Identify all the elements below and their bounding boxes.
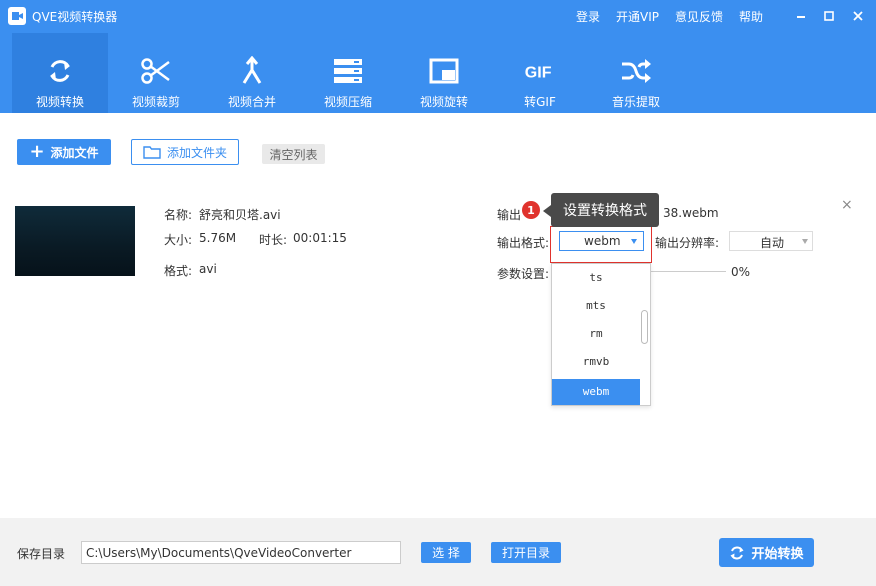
rotate-icon [428, 55, 460, 87]
close-icon[interactable] [849, 7, 867, 25]
tab-video-convert[interactable]: 视频转换 [12, 33, 108, 113]
maximize-icon[interactable] [820, 7, 838, 25]
tool-label: 视频压缩 [323, 95, 372, 109]
format-option-webm[interactable]: webm [552, 379, 640, 405]
remove-file-icon[interactable]: × [841, 197, 853, 213]
file-duration-label: 时长: [259, 233, 288, 247]
add-folder-label: 添加文件夹 [166, 145, 227, 160]
tab-audio-extract[interactable]: 音乐提取 [588, 33, 684, 113]
gif-icon: GIF [524, 55, 556, 87]
scissors-icon [140, 55, 172, 87]
output-name: 38.webm [663, 206, 719, 220]
file-format: avi [199, 262, 217, 276]
params-label: 参数设置: [497, 267, 550, 281]
step-badge: 1 [522, 201, 540, 219]
format-option-mts[interactable]: mts [552, 293, 640, 319]
file-name: 舒亮和贝塔.avi [199, 208, 281, 222]
file-name-label: 名称: [164, 208, 193, 222]
choose-dir-button[interactable]: 选 择 [421, 542, 471, 563]
start-convert-button[interactable]: 开始转换 [719, 538, 814, 567]
clear-list-button[interactable]: 清空列表 [262, 144, 325, 164]
tab-video-cut[interactable]: 视频裁剪 [108, 33, 204, 113]
tooltip-arrow [543, 205, 551, 217]
chevron-down-icon [802, 239, 808, 244]
format-option-rmvb[interactable]: rmvb [552, 349, 640, 375]
refresh-icon [44, 55, 76, 87]
header-bar: QVE视频转换器 登录 开通VIP 意见反馈 帮助 视频转换 视频裁剪 视频合并… [0, 0, 876, 113]
format-option-rm[interactable]: rm [552, 321, 640, 347]
start-convert-label: 开始转换 [751, 547, 804, 562]
file-format-label: 格式: [164, 264, 193, 278]
output-format-label: 输出格式: [497, 236, 550, 250]
tab-to-gif[interactable]: GIF 转GIF [492, 33, 588, 113]
minimize-icon[interactable] [792, 7, 810, 25]
resolution-label: 输出分辨率: [655, 236, 720, 250]
progress-bar [650, 271, 726, 272]
tool-label: 视频合并 [227, 95, 276, 109]
open-dir-button[interactable]: 打开目录 [491, 542, 561, 563]
app-logo-icon [8, 7, 26, 25]
tab-video-merge[interactable]: 视频合并 [204, 33, 300, 113]
progress-text: 0% [731, 265, 751, 279]
title-bar: QVE视频转换器 登录 开通VIP 意见反馈 帮助 [0, 0, 876, 32]
resolution-select[interactable]: 自动 [729, 231, 813, 251]
merge-icon [236, 55, 268, 87]
file-size: 5.76M [199, 231, 237, 245]
add-file-label: 添加文件 [50, 145, 99, 160]
video-thumbnail [15, 206, 135, 276]
refresh-icon [730, 546, 744, 559]
tool-label: 视频旋转 [419, 95, 468, 109]
folder-icon [143, 146, 161, 159]
file-duration: 00:01:15 [293, 231, 347, 245]
tool-label: 音乐提取 [611, 95, 660, 109]
save-path-input[interactable] [81, 541, 401, 564]
title-links: 登录 开通VIP 意见反馈 帮助 [576, 8, 779, 25]
save-dir-label: 保存目录 [17, 547, 66, 561]
tool-label: 视频转换 [35, 95, 84, 109]
format-option-ts[interactable]: ts [552, 265, 640, 291]
format-dropdown-list: ts mts rm rmvb webm [551, 263, 651, 406]
plus-icon: + [29, 141, 45, 162]
login-link[interactable]: 登录 [576, 8, 600, 25]
output-name-label: 输出 [497, 208, 522, 222]
app-title: QVE视频转换器 [32, 10, 118, 24]
feedback-link[interactable]: 意见反馈 [675, 8, 723, 25]
add-file-button[interactable]: + 添加文件 [17, 139, 111, 165]
format-highlight-frame [550, 226, 652, 263]
compress-icon [332, 55, 364, 87]
format-tooltip: 设置转换格式 [551, 193, 659, 227]
tool-bar: 视频转换 视频裁剪 视频合并 视频压缩 视频旋转 GIF 转GIF 音乐提取 [0, 33, 876, 113]
tab-video-compress[interactable]: 视频压缩 [300, 33, 396, 113]
shuffle-icon [620, 55, 652, 87]
svg-text:GIF: GIF [525, 64, 552, 81]
help-link[interactable]: 帮助 [739, 8, 763, 25]
tab-video-rotate[interactable]: 视频旋转 [396, 33, 492, 113]
tool-label: 转GIF [524, 95, 556, 109]
file-size-label: 大小: [164, 233, 193, 247]
add-folder-button[interactable]: 添加文件夹 [131, 139, 239, 165]
tool-label: 视频裁剪 [131, 95, 180, 109]
resolution-value: 自动 [760, 236, 785, 250]
dropdown-scrollbar[interactable] [641, 310, 648, 344]
vip-link[interactable]: 开通VIP [616, 8, 659, 25]
